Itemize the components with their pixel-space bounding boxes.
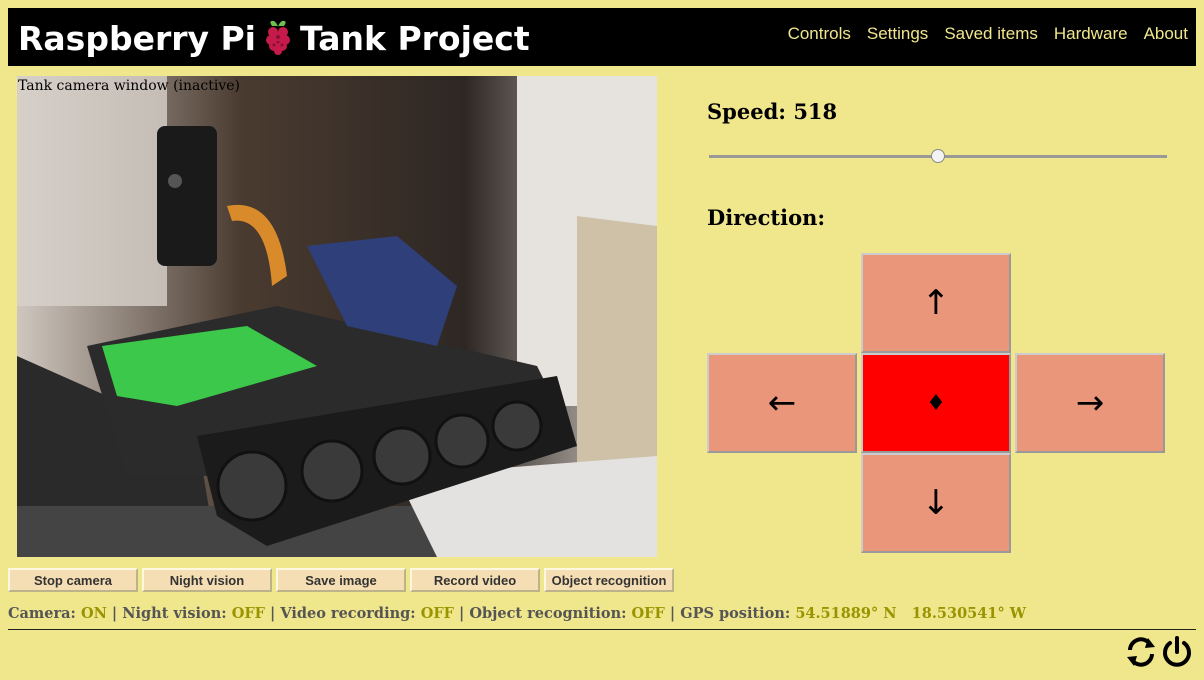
nav-settings[interactable]: Settings [867, 24, 928, 44]
nav-controls[interactable]: Controls [788, 24, 851, 44]
nav-saved-items[interactable]: Saved items [944, 24, 1038, 44]
power-icon[interactable] [1160, 635, 1194, 669]
object-status-value: OFF [631, 605, 665, 622]
nav-hardware[interactable]: Hardware [1054, 24, 1128, 44]
night-status-value: OFF [231, 605, 265, 622]
footer-divider [8, 629, 1196, 630]
refresh-icon[interactable] [1124, 635, 1158, 669]
object-status-label: Object recognition: [469, 605, 627, 622]
raspberry-icon [262, 18, 294, 58]
camera-label: Tank camera window (inactive) [18, 78, 240, 94]
right-button[interactable]: → [1015, 353, 1165, 453]
main-nav: Controls Settings Saved items Hardware A… [772, 24, 1188, 44]
gps-status-value: 54.51889° N 18.530541° W [795, 605, 1027, 622]
video-status-value: OFF [420, 605, 454, 622]
status-separator: | [111, 605, 118, 622]
title-left: Raspberry Pi [18, 18, 256, 58]
camera-button-row: Stop camera Night vision Save image Reco… [8, 568, 674, 592]
object-recognition-button[interactable]: Object recognition [544, 568, 674, 592]
camera-status-label: Camera: [8, 605, 76, 622]
status-separator: | [458, 605, 465, 622]
left-button[interactable]: ← [707, 353, 857, 453]
site-title[interactable]: Raspberry Pi Tank Project [18, 18, 530, 58]
status-separator: | [270, 605, 276, 622]
speed-label: Speed: 518 [707, 99, 838, 124]
night-vision-button[interactable]: Night vision [142, 568, 272, 592]
forward-button[interactable]: ↑ [861, 253, 1011, 353]
camera-status-value: ON [80, 605, 107, 622]
status-line: Camera: ON | Night vision: OFF | Video r… [8, 605, 1026, 622]
speed-slider-thumb[interactable] [931, 149, 945, 163]
header-bar: Raspberry Pi Tank Project Controls Setti… [8, 8, 1196, 66]
record-video-button[interactable]: Record video [410, 568, 540, 592]
stop-camera-button[interactable]: Stop camera [8, 568, 138, 592]
save-image-button[interactable]: Save image [276, 568, 406, 592]
stop-button[interactable]: ♦ [861, 353, 1011, 453]
backward-button[interactable]: ↓ [861, 453, 1011, 553]
nav-about[interactable]: About [1144, 24, 1188, 44]
camera-image [17, 76, 657, 557]
status-separator: | [669, 605, 676, 622]
video-status-label: Video recording: [280, 605, 416, 622]
gps-status-label: GPS position: [680, 605, 791, 622]
direction-label: Direction: [707, 205, 826, 230]
night-status-label: Night vision: [122, 605, 227, 622]
camera-window: Tank camera window (inactive) [17, 76, 657, 557]
title-right: Tank Project [300, 18, 530, 58]
